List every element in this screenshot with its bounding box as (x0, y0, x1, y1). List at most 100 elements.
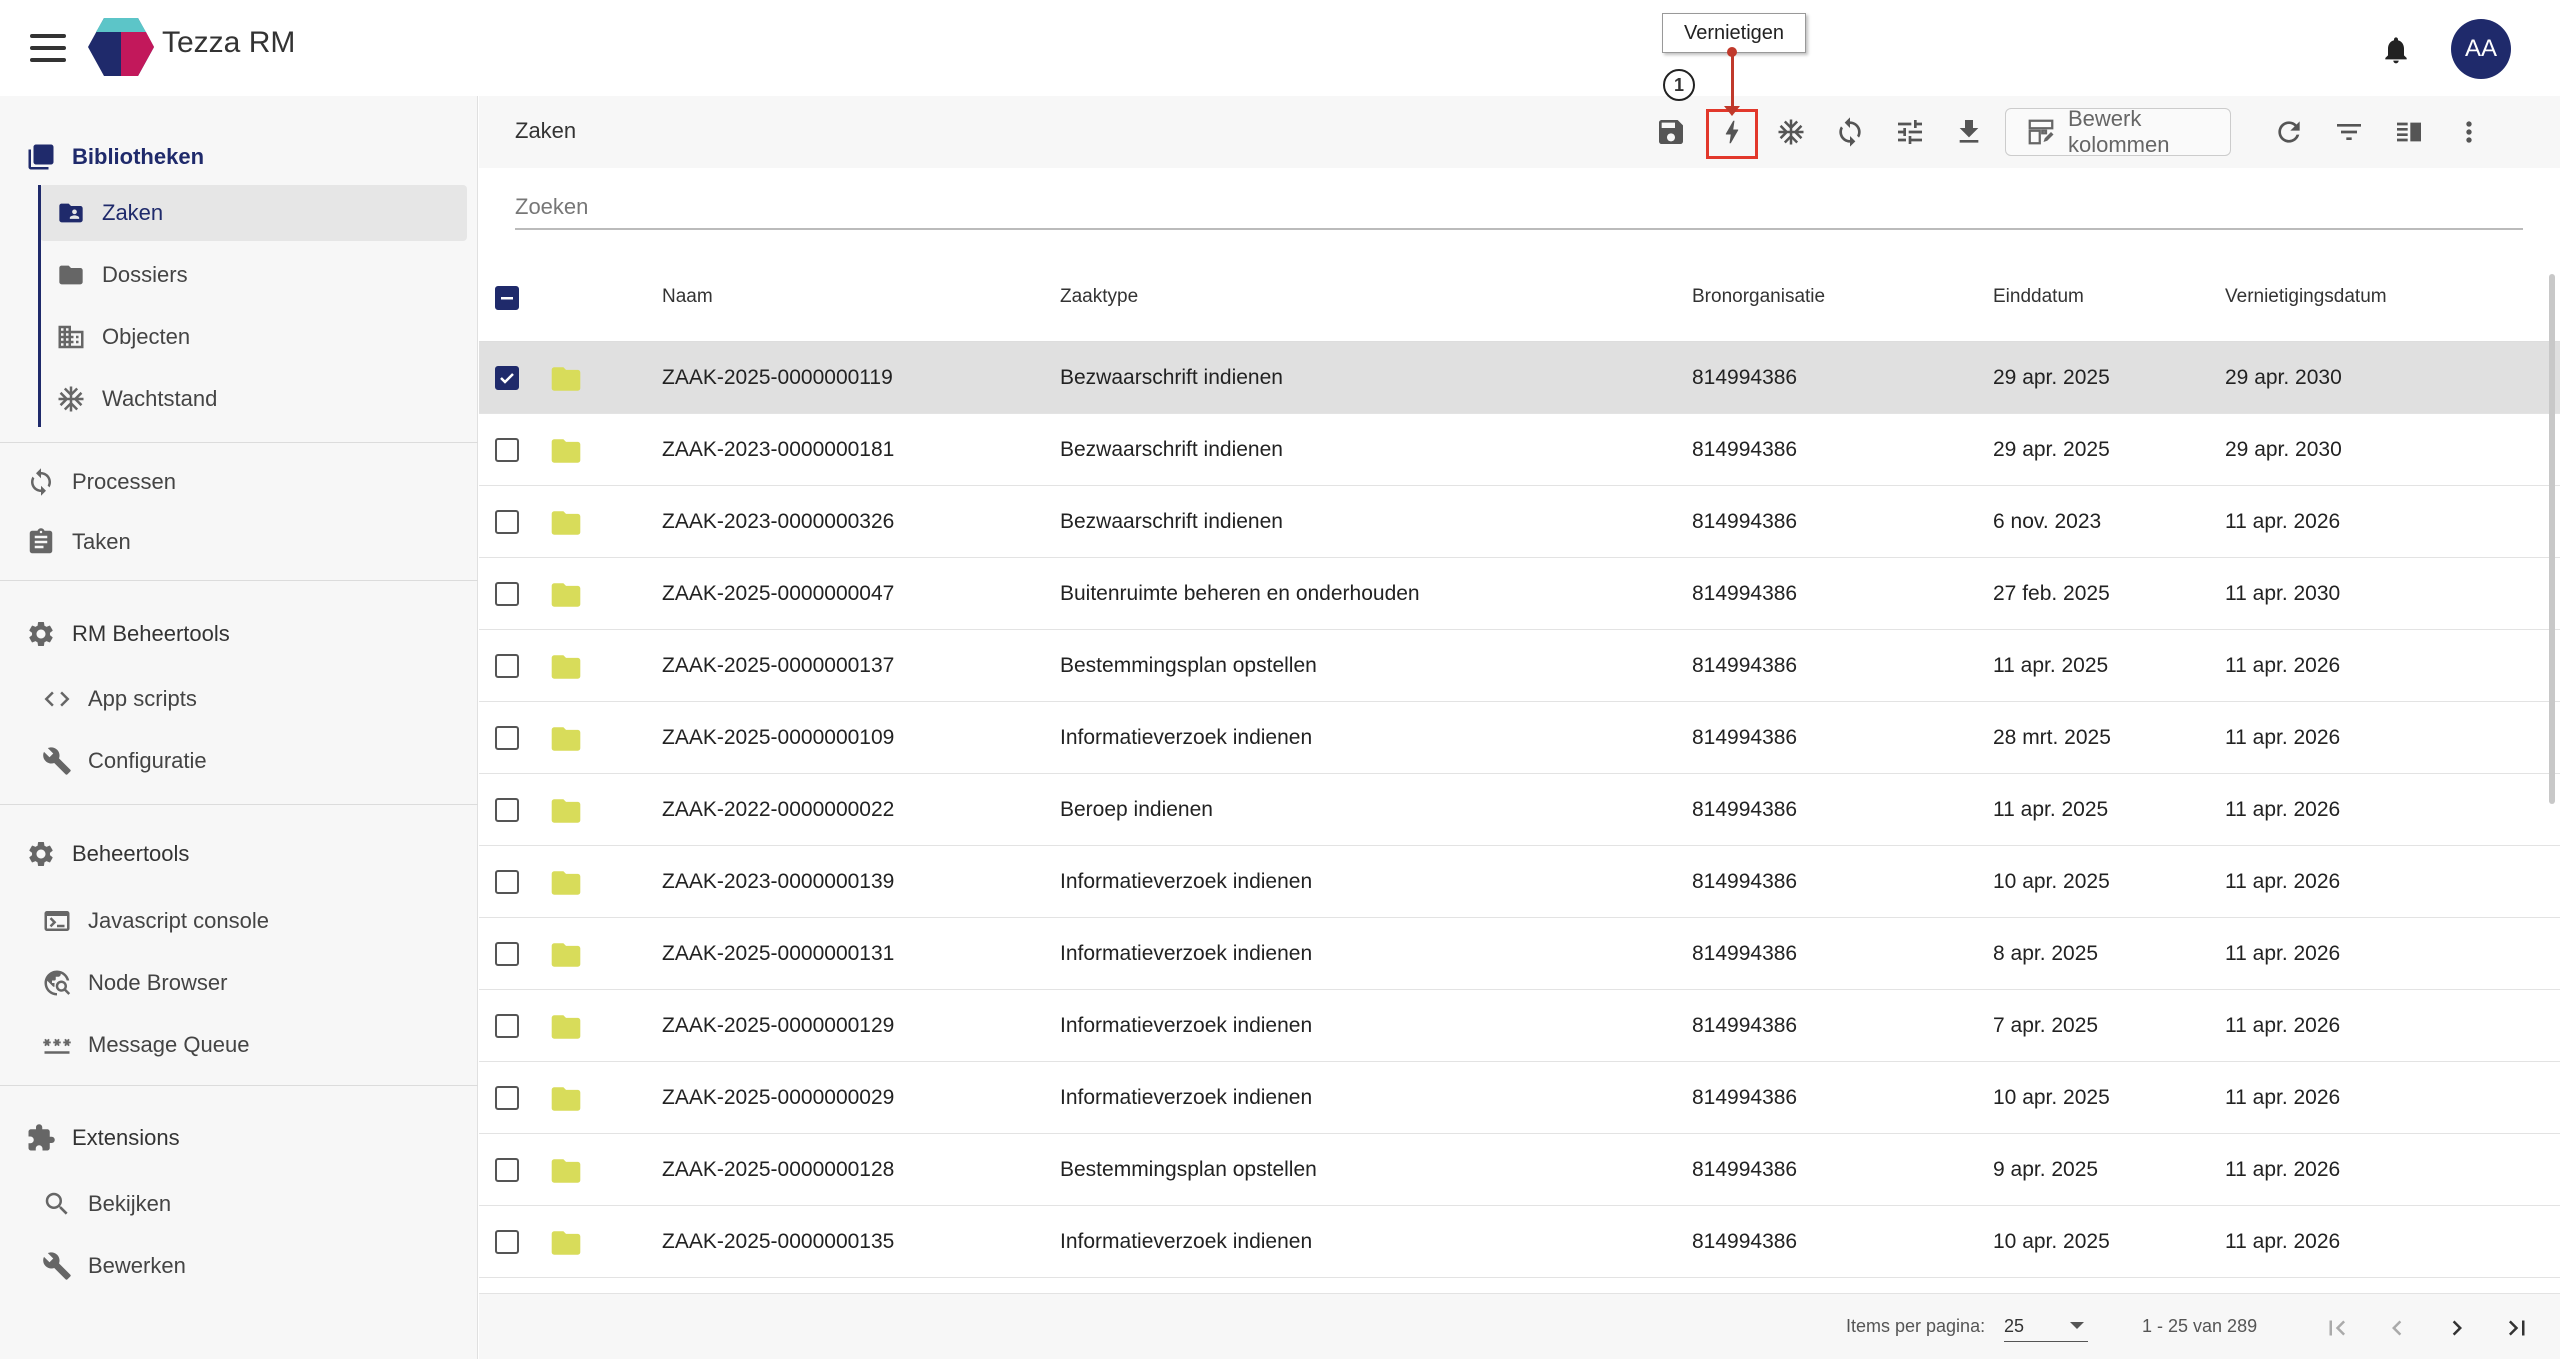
table-row[interactable]: ZAAK-2025-0000000135 Informatieverzoek in… (479, 1206, 2560, 1278)
layout-toggle-button[interactable] (2387, 110, 2431, 154)
save-button[interactable] (1649, 110, 1693, 154)
sidebar-item-taken[interactable]: Taken (0, 514, 478, 570)
refresh-button[interactable] (2267, 110, 2311, 154)
sidebar-item-objecten[interactable]: Objecten (0, 309, 478, 365)
sidebar-item-message-queue[interactable]: Message Queue (0, 1017, 478, 1073)
cell-naam[interactable]: ZAAK-2023-0000000181 (662, 438, 894, 462)
chevron-left-icon (2392, 1320, 2402, 1336)
cell-naam[interactable]: ZAAK-2025-0000000128 (662, 1158, 894, 1182)
cell-naam[interactable]: ZAAK-2025-0000000129 (662, 1014, 894, 1038)
cell-naam[interactable]: ZAAK-2023-0000000326 (662, 510, 894, 534)
row-checkbox[interactable] (495, 366, 519, 390)
column-header-naam[interactable]: Naam (662, 286, 713, 308)
sidebar-item-bekijken[interactable]: Bekijken (0, 1176, 478, 1232)
search-input[interactable] (515, 194, 2523, 220)
table-row[interactable]: ZAAK-2025-0000000119 Bezwaarschrift indie… (479, 342, 2560, 414)
next-page-button[interactable] (2437, 1308, 2477, 1348)
page-size-select[interactable]: 25 (2004, 1310, 2088, 1342)
download-icon (1959, 120, 1979, 143)
row-checkbox[interactable] (495, 1230, 519, 1254)
sidebar-item-app-scripts[interactable]: App scripts (0, 671, 478, 727)
sync-icon (24, 465, 58, 499)
row-checkbox[interactable] (495, 1158, 519, 1182)
column-header-bronorganisatie[interactable]: Bronorganisatie (1692, 286, 1825, 308)
sidebar-item-javascript-console[interactable]: Javascript console (0, 893, 478, 949)
table-row[interactable]: ZAAK-2023-0000000181 Bezwaarschrift indie… (479, 414, 2560, 486)
user-avatar[interactable]: AA (2451, 19, 2511, 79)
sidebar-label: Configuratie (88, 748, 207, 773)
sidebar-item-zaken[interactable]: Zaken (0, 185, 478, 241)
sidebar-item-wachtstand[interactable]: Wachtstand (0, 371, 478, 427)
sidebar-section-beheertools[interactable]: Beheertools (0, 826, 478, 882)
chevron-right-icon (2452, 1320, 2462, 1336)
first-page-button[interactable] (2317, 1308, 2357, 1348)
sidebar-item-processen[interactable]: Processen (0, 454, 478, 510)
sidebar-item-dossiers[interactable]: Dossiers (0, 247, 478, 303)
search-field[interactable] (515, 194, 2523, 230)
cell-einddatum: 29 apr. 2025 (1993, 366, 2110, 389)
row-checkbox[interactable] (495, 1086, 519, 1110)
select-all-checkbox[interactable] (495, 286, 519, 310)
table-scrollbar[interactable] (2549, 274, 2555, 804)
sidebar-label: Extensions (72, 1125, 180, 1150)
column-header-vernietigingsdatum[interactable]: Vernietigingsdatum (2225, 286, 2387, 308)
sidebar-item-node-browser[interactable]: Node Browser (0, 955, 478, 1011)
download-button[interactable] (1947, 110, 1991, 154)
cell-naam[interactable]: ZAAK-2025-0000000137 (662, 654, 894, 678)
sidebar-item-configuratie[interactable]: Configuratie (0, 733, 478, 789)
cell-naam[interactable]: ZAAK-2025-0000000119 (662, 366, 893, 390)
last-page-button[interactable] (2497, 1308, 2537, 1348)
cell-bronorganisatie: 814994386 (1692, 1086, 1798, 1109)
row-checkbox[interactable] (495, 726, 519, 750)
column-header-zaaktype[interactable]: Zaaktype (1060, 286, 1138, 308)
row-checkbox[interactable] (495, 438, 519, 462)
row-checkbox[interactable] (495, 870, 519, 894)
cell-naam[interactable]: ZAAK-2025-0000000131 (662, 942, 894, 966)
filter-list-icon (2337, 124, 2361, 140)
sidebar-item-bewerken[interactable]: Bewerken (0, 1238, 478, 1294)
table-row[interactable]: ZAAK-2025-0000000137 Bestemmingsplan opst… (479, 630, 2560, 702)
cell-naam[interactable]: ZAAK-2025-0000000029 (662, 1086, 894, 1110)
sidebar-label: Wachtstand (102, 386, 218, 411)
row-checkbox[interactable] (495, 942, 519, 966)
notifications-bell-icon[interactable] (2380, 34, 2412, 66)
folder-icon (551, 871, 581, 895)
cell-naam[interactable]: ZAAK-2023-0000000139 (662, 870, 894, 894)
search-icon (40, 1187, 74, 1221)
table-row[interactable]: ZAAK-2025-0000000029 Informatieverzoek in… (479, 1062, 2560, 1134)
table-row[interactable]: ZAAK-2025-0000000128 Bestemmingsplan opst… (479, 1134, 2560, 1206)
folder-icon (551, 799, 581, 823)
adjust-button[interactable] (1888, 110, 1932, 154)
menu-icon[interactable] (30, 34, 66, 62)
cell-naam[interactable]: ZAAK-2025-0000000047 (662, 582, 894, 606)
table-row[interactable]: ZAAK-2023-0000000139 Informatieverzoek in… (479, 846, 2560, 918)
table-row[interactable]: ZAAK-2025-0000000109 Informatieverzoek in… (479, 702, 2560, 774)
row-checkbox[interactable] (495, 1014, 519, 1038)
edit-columns-button[interactable]: Bewerk kolommen (2005, 106, 2231, 157)
cell-bronorganisatie: 814994386 (1692, 798, 1798, 821)
column-header-einddatum[interactable]: Einddatum (1993, 286, 2084, 308)
more-options-button[interactable] (2447, 110, 2491, 154)
row-checkbox[interactable] (495, 510, 519, 534)
row-checkbox[interactable] (495, 798, 519, 822)
freeze-button[interactable] (1769, 110, 1813, 154)
table-row[interactable]: ZAAK-2025-0000000047 Buitenruimte beheren… (479, 558, 2560, 630)
process-button[interactable] (1828, 110, 1872, 154)
row-checkbox[interactable] (495, 654, 519, 678)
filter-button[interactable] (2327, 110, 2371, 154)
sidebar-item-bibliotheken[interactable]: Bibliotheken (0, 129, 478, 185)
cell-einddatum: 8 apr. 2025 (1993, 942, 2099, 965)
sidebar-section-rm-beheertools[interactable]: RM Beheertools (0, 606, 478, 662)
cell-naam[interactable]: ZAAK-2022-0000000022 (662, 798, 894, 822)
table-row[interactable]: ZAAK-2025-0000000131 Informatieverzoek in… (479, 918, 2560, 990)
cell-vernietigingsdatum: 11 apr. 2026 (2225, 1014, 2341, 1037)
table-row[interactable]: ZAAK-2022-0000000022 Beroep indienen 81499… (479, 774, 2560, 846)
cell-naam[interactable]: ZAAK-2025-0000000109 (662, 726, 894, 750)
table-row[interactable]: ZAAK-2023-0000000326 Bezwaarschrift indie… (479, 486, 2560, 558)
table-row[interactable]: ZAAK-2025-0000000129 Informatieverzoek in… (479, 990, 2560, 1062)
row-checkbox[interactable] (495, 582, 519, 606)
cell-naam[interactable]: ZAAK-2025-0000000135 (662, 1230, 894, 1254)
previous-page-button[interactable] (2377, 1308, 2417, 1348)
sidebar-section-extensions[interactable]: Extensions (0, 1110, 478, 1166)
divider (0, 1085, 478, 1086)
